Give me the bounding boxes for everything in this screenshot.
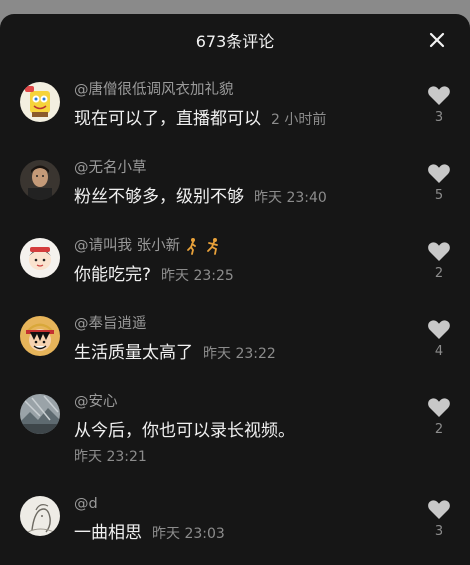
comment-time: 昨天 23:21 [74,449,147,465]
like-count: 2 [434,422,444,437]
cartoon-avatar-icon[interactable] [20,82,60,122]
running-person-icon [207,238,219,255]
like-button[interactable]: 5 [426,162,452,204]
comment-time: 昨天 23:25 [161,268,234,284]
comment-text: 你能吃完? [74,265,152,285]
cartoon-avatar-icon[interactable] [20,238,60,278]
comment-text-line: 生活质量太高了 昨天 23:22 [74,342,410,365]
heart-icon [428,398,450,417]
heart-icon [428,86,450,105]
comments-panel: 673条评论 @唐僧很低调风衣加礼貌 现在可以了，直播都可以 2 小时前 3 @… [0,14,470,565]
like-count: 3 [434,524,444,539]
comment-item: @d 一曲相思 昨天 23:03 3 [0,494,470,545]
comment-text: 从今后，你也可以录长视频。 [74,421,295,441]
comment-text-line: 从今后，你也可以录长视频。昨天 23:21 [74,420,410,466]
comment-text-line: 现在可以了，直播都可以 2 小时前 [74,108,410,131]
comment-item: @唐僧很低调风衣加礼貌 现在可以了，直播都可以 2 小时前 3 [0,80,470,131]
close-icon[interactable] [426,29,448,51]
comment-username[interactable]: @请叫我 张小新 [74,236,410,256]
like-button[interactable]: 3 [426,498,452,540]
comment-time: 2 小时前 [271,112,327,128]
comment-count-title: 673条评论 [195,32,275,51]
comment-text: 一曲相思 [74,523,142,543]
heart-icon [428,164,450,183]
username-text: @请叫我 张小新 [74,238,181,254]
like-button[interactable]: 2 [426,396,452,438]
comment-text-line: 一曲相思 昨天 23:03 [74,522,410,545]
like-button[interactable]: 4 [426,318,452,360]
comment-time: 昨天 23:03 [152,526,225,542]
comment-username[interactable]: @d [74,494,410,514]
comments-header: 673条评论 [0,14,470,66]
comment-text-line: 粉丝不够多，级别不够 昨天 23:40 [74,186,410,209]
comment-username[interactable]: @无名小草 [74,158,410,178]
comment-time: 昨天 23:40 [254,190,327,206]
like-button[interactable]: 3 [426,84,452,126]
comment-item: @无名小草 粉丝不够多，级别不够 昨天 23:40 5 [0,158,470,209]
heart-icon [428,320,450,339]
comment-username[interactable]: @安心 [74,392,410,412]
comment-time: 昨天 23:22 [203,346,276,362]
like-count: 3 [434,110,444,125]
sketch-avatar-icon[interactable] [20,496,60,536]
comment-username[interactable]: @唐僧很低调风衣加礼貌 [74,80,410,100]
comment-text: 现在可以了，直播都可以 [74,109,261,129]
heart-icon [428,242,450,261]
heart-icon [428,500,450,519]
comment-text: 生活质量太高了 [74,343,193,363]
anime-avatar-icon[interactable] [20,316,60,356]
like-count: 2 [434,266,444,281]
comment-item: @奉旨逍遥 生活质量太高了 昨天 23:22 4 [0,314,470,365]
comment-item: @安心 从今后，你也可以录长视频。昨天 23:21 2 [0,392,470,466]
like-count: 4 [434,344,444,359]
comment-text: 粉丝不够多，级别不够 [74,187,244,207]
photo-avatar-icon[interactable] [20,394,60,434]
comment-text-line: 你能吃完? 昨天 23:25 [74,264,410,287]
like-count: 5 [434,188,444,203]
comment-item: @请叫我 张小新 你能吃完? 昨天 23:25 2 [0,236,470,287]
comment-username[interactable]: @奉旨逍遥 [74,314,410,334]
like-button[interactable]: 2 [426,240,452,282]
man-photo-avatar-icon[interactable] [20,160,60,200]
walking-person-icon [187,238,197,255]
